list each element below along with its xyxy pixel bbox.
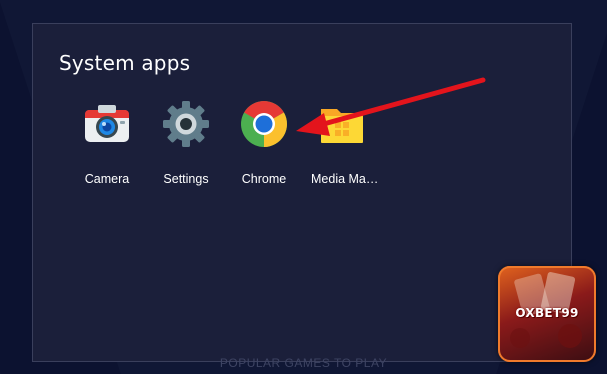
settings-gear-icon bbox=[163, 101, 209, 147]
app-settings[interactable]: Settings bbox=[149, 100, 223, 192]
app-media-manager-label: Media Ma… bbox=[311, 172, 379, 186]
app-chrome-label: Chrome bbox=[241, 172, 287, 186]
app-media-manager[interactable]: Media Ma… bbox=[305, 100, 379, 192]
dialog-title: System apps bbox=[59, 51, 191, 75]
chrome-icon bbox=[241, 101, 287, 147]
folder-icon bbox=[321, 109, 363, 143]
oxbet99-promo-badge[interactable]: OXBET99 bbox=[498, 266, 596, 362]
system-apps-dialog: System apps Camera Settings Chrome Media… bbox=[32, 23, 572, 362]
app-chrome[interactable]: Chrome bbox=[227, 100, 301, 192]
app-camera-label: Camera bbox=[84, 172, 130, 186]
app-camera[interactable]: Camera bbox=[70, 100, 144, 192]
app-settings-label: Settings bbox=[163, 172, 209, 186]
promo-brand-text: OXBET99 bbox=[515, 306, 579, 320]
camera-icon bbox=[85, 105, 129, 142]
